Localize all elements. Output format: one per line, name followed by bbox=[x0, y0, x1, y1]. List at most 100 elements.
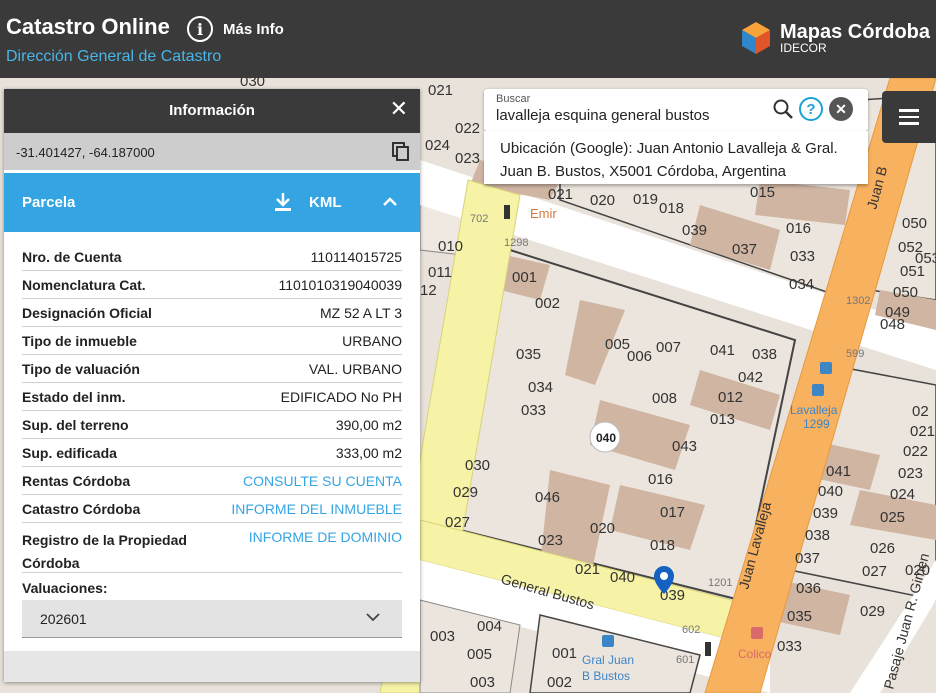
svg-text:017: 017 bbox=[660, 504, 685, 521]
svg-text:033: 033 bbox=[521, 402, 546, 419]
svg-text:024: 024 bbox=[425, 137, 450, 154]
detail-value: EDIFICADO No PH bbox=[280, 388, 402, 405]
svg-text:035: 035 bbox=[787, 608, 812, 625]
svg-text:023: 023 bbox=[538, 532, 563, 549]
informe-inmueble-link[interactable]: INFORME DEL INMUEBLE bbox=[231, 501, 402, 517]
svg-text:004: 004 bbox=[477, 618, 502, 635]
detail-row: Rentas Córdoba CONSULTE SU CUENTA bbox=[22, 467, 402, 495]
svg-text:Colico: Colico bbox=[738, 647, 772, 661]
parcela-label: Parcela bbox=[22, 194, 76, 211]
svg-text:007: 007 bbox=[656, 339, 681, 356]
detail-row: Sup. del terreno 390,00 m2 bbox=[22, 411, 402, 439]
svg-text:027: 027 bbox=[445, 514, 470, 531]
detail-value: 1101010319040039 bbox=[278, 276, 402, 293]
search-input[interactable] bbox=[496, 107, 766, 124]
detail-key: Rentas Córdoba bbox=[22, 472, 131, 489]
svg-text:002: 002 bbox=[535, 295, 560, 312]
brand-logo-block[interactable]: Mapas Córdoba IDECOR bbox=[738, 20, 930, 56]
clear-search-icon[interactable]: ✕ bbox=[829, 97, 853, 121]
detail-row: Nomenclatura Cat. 1101010319040039 bbox=[22, 271, 402, 299]
svg-text:027: 027 bbox=[862, 563, 887, 580]
info-panel: Información ✕ -31.401427, -64.187000 Par… bbox=[4, 89, 420, 682]
app-header: Catastro Online Dirección General de Cat… bbox=[0, 0, 936, 78]
svg-text:034: 034 bbox=[528, 379, 553, 396]
svg-text:040: 040 bbox=[818, 483, 843, 500]
svg-text:035: 035 bbox=[516, 346, 541, 363]
detail-row: Registro de la Propiedad Córdoba INFORME … bbox=[22, 523, 402, 573]
rentas-link[interactable]: CONSULTE SU CUENTA bbox=[243, 473, 402, 489]
detail-row: Designación Oficial MZ 52 A LT 3 bbox=[22, 299, 402, 327]
svg-text:Gral Juan: Gral Juan bbox=[582, 653, 634, 667]
block-label: 040 bbox=[589, 421, 621, 453]
svg-text:011: 011 bbox=[428, 264, 452, 281]
coordinates-text: -31.401427, -64.187000 bbox=[16, 145, 155, 160]
svg-text:039: 039 bbox=[682, 222, 707, 239]
svg-text:043: 043 bbox=[672, 438, 697, 455]
detail-row: Sup. edificada 333,00 m2 bbox=[22, 439, 402, 467]
parcel-details: Nro. de Cuenta 110114015725 Nomenclatura … bbox=[22, 243, 402, 638]
detail-key: Tipo de inmueble bbox=[22, 332, 137, 349]
svg-text:010: 010 bbox=[438, 238, 463, 255]
svg-text:Emir: Emir bbox=[530, 206, 557, 221]
chevron-up-icon[interactable] bbox=[382, 195, 398, 207]
svg-text:038: 038 bbox=[805, 527, 830, 544]
svg-text:599: 599 bbox=[846, 348, 864, 360]
svg-text:601: 601 bbox=[676, 654, 694, 666]
detail-key: Sup. del terreno bbox=[22, 416, 129, 433]
detail-key: Catastro Córdoba bbox=[22, 500, 141, 517]
svg-text:046: 046 bbox=[535, 489, 560, 506]
svg-text:019: 019 bbox=[633, 191, 658, 208]
search-suggestion[interactable]: Ubicación (Google): Juan Antonio Lavalle… bbox=[484, 131, 868, 184]
svg-text:021: 021 bbox=[548, 186, 573, 203]
svg-text:003: 003 bbox=[470, 674, 495, 691]
svg-text:033: 033 bbox=[790, 248, 815, 265]
svg-text:02: 02 bbox=[912, 403, 929, 420]
hamburger-menu-button[interactable] bbox=[882, 91, 936, 143]
svg-text:016: 016 bbox=[786, 220, 811, 237]
parcela-section-header[interactable]: Parcela KML bbox=[4, 173, 420, 232]
svg-text:023: 023 bbox=[898, 465, 923, 482]
brand-subtitle: IDECOR bbox=[780, 40, 827, 55]
app-subtitle[interactable]: Dirección General de Catastro bbox=[6, 48, 221, 66]
search-icon[interactable] bbox=[772, 98, 794, 120]
svg-text:1201: 1201 bbox=[708, 577, 732, 589]
svg-text:023: 023 bbox=[455, 150, 480, 167]
valuaciones-select[interactable]: 202601 bbox=[22, 600, 402, 638]
svg-text:037: 037 bbox=[732, 241, 757, 258]
svg-text:037: 037 bbox=[795, 550, 820, 567]
panel-header: Información ✕ bbox=[4, 89, 420, 133]
detail-value: 110114015725 bbox=[310, 248, 402, 265]
informe-dominio-link[interactable]: INFORME DE DOMINIO bbox=[249, 529, 402, 545]
svg-text:018: 018 bbox=[650, 537, 675, 554]
svg-text:Lavalleja: Lavalleja bbox=[790, 403, 838, 417]
svg-text:1298: 1298 bbox=[504, 237, 528, 249]
svg-text:022: 022 bbox=[903, 443, 928, 460]
copy-icon[interactable] bbox=[392, 142, 410, 162]
svg-text:029: 029 bbox=[453, 484, 478, 501]
detail-value: 333,00 m2 bbox=[335, 444, 402, 461]
detail-value: MZ 52 A LT 3 bbox=[320, 304, 402, 321]
panel-title: Información bbox=[169, 102, 255, 119]
svg-text:048: 048 bbox=[880, 316, 905, 333]
brand-name: Mapas Córdoba bbox=[780, 20, 931, 43]
chevron-down-icon bbox=[366, 613, 380, 622]
svg-text:001: 001 bbox=[552, 645, 577, 662]
svg-text:1302: 1302 bbox=[846, 295, 870, 307]
download-icon[interactable] bbox=[274, 192, 292, 212]
detail-key: Tipo de valuación bbox=[22, 360, 140, 377]
svg-text:041: 041 bbox=[710, 342, 735, 359]
valuacion-selected: 202601 bbox=[40, 611, 87, 627]
svg-text:B Bustos: B Bustos bbox=[582, 669, 630, 683]
kml-download-button[interactable]: KML bbox=[309, 194, 342, 211]
svg-text:005: 005 bbox=[467, 646, 492, 663]
help-icon[interactable]: ? bbox=[799, 97, 823, 121]
svg-text:029: 029 bbox=[860, 603, 885, 620]
svg-text:018: 018 bbox=[659, 200, 684, 217]
mas-info-button[interactable]: i Más Info bbox=[187, 16, 284, 42]
svg-text:053: 053 bbox=[915, 250, 936, 267]
svg-text:030: 030 bbox=[465, 457, 490, 474]
detail-value: URBANO bbox=[342, 332, 402, 349]
detail-row: Tipo de inmueble URBANO bbox=[22, 327, 402, 355]
close-icon[interactable]: ✕ bbox=[390, 98, 408, 120]
svg-text:12: 12 bbox=[420, 282, 437, 299]
